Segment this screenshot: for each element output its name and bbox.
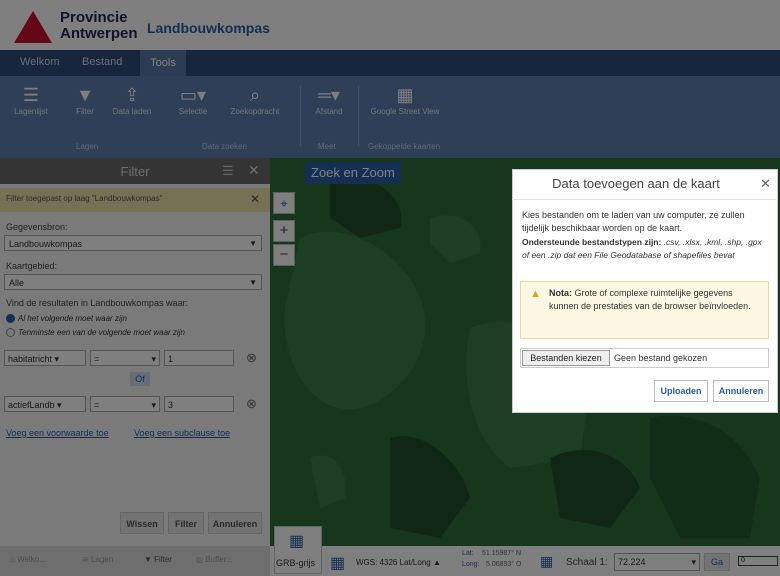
warning-icon: ▲ — [530, 288, 541, 300]
dialog-divider — [512, 199, 778, 200]
warning-heading: Nota: — [549, 288, 572, 298]
warning-text: Nota: Grote of complexe ruimtelijke gege… — [549, 287, 761, 313]
cancel-button[interactable]: Annuleren — [713, 380, 769, 402]
supported-types-heading: Ondersteunde bestandstypen zijn: — [522, 237, 662, 247]
file-status: Geen bestand gekozen — [614, 353, 708, 363]
choose-files-button[interactable]: Bestanden kiezen — [522, 350, 610, 366]
warning-body: Grote of complexe ruimtelijke gegevens k… — [549, 288, 751, 311]
supported-types: Ondersteunde bestandstypen zijn: .csv, .… — [522, 236, 770, 262]
close-icon[interactable]: ✕ — [760, 176, 771, 192]
upload-button[interactable]: Uploaden — [654, 380, 708, 402]
dialog-intro: Kies bestanden om te laden van uw comput… — [522, 210, 745, 233]
dialog-title: Data toevoegen aan de kaart — [552, 176, 720, 191]
